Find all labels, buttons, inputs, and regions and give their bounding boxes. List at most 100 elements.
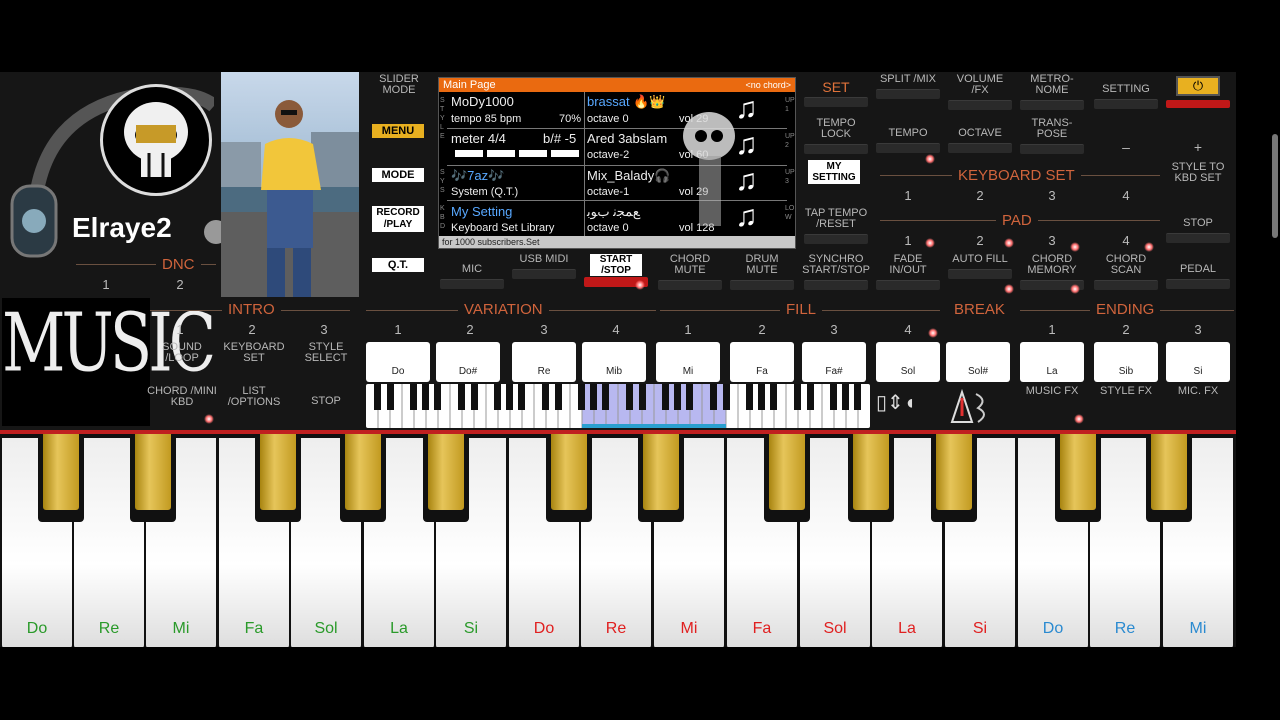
lcd-title: Main Page [443, 79, 496, 91]
variation-4[interactable]: 4 [586, 322, 646, 337]
note-la[interactable]: La [1020, 342, 1084, 382]
black-key[interactable] [38, 434, 84, 522]
ending-1[interactable]: 1 [1022, 322, 1082, 337]
black-key[interactable] [423, 434, 469, 522]
tempo-lock-button[interactable]: TEMPO LOCK [804, 118, 868, 154]
black-key[interactable] [340, 434, 386, 522]
octave-button[interactable]: OCTAVE [948, 128, 1012, 153]
lcd-display[interactable]: Main Page <no chord> MoDy1000 tempo 85 b… [438, 77, 796, 249]
black-key[interactable] [130, 434, 176, 522]
lcd-style-name: MoDy1000 [451, 94, 514, 109]
metronome-button[interactable]: METRO- NOME [1020, 74, 1084, 110]
note-mib[interactable]: Mib [582, 342, 646, 382]
lcd-up1-octave: octave 0 [587, 113, 629, 125]
my-setting-button[interactable]: MY SETTING [808, 160, 860, 184]
power-button[interactable]: ⏻ [1176, 76, 1220, 96]
slider-mode-label: SLIDER MODE [379, 73, 419, 96]
note-sib[interactable]: Sib [1094, 342, 1158, 382]
kbd-set-3[interactable]: 3 [1022, 188, 1082, 203]
pad-2[interactable]: 2 [950, 233, 1010, 248]
kbd-set-1[interactable]: 1 [878, 188, 938, 203]
sound-loop-button[interactable]: SOUND /LOOP [150, 342, 214, 364]
profile-photo [221, 72, 359, 297]
mode-button[interactable]: MODE [372, 168, 424, 182]
kbd-set-4[interactable]: 4 [1096, 188, 1156, 203]
intro-1[interactable]: 1 [150, 322, 210, 337]
mic-button[interactable]: MIC [440, 264, 504, 289]
lcd-beat-bars [455, 150, 579, 157]
style-fx-button[interactable]: STYLE FX [1094, 386, 1158, 397]
slider-mode-button[interactable]: SLIDER MODE [370, 74, 428, 96]
qt-button[interactable]: Q.T. [372, 258, 424, 272]
synchro-button[interactable]: SYNCHRO START/STOP [798, 254, 874, 290]
record-play-button[interactable]: RECORD /PLAY [372, 206, 424, 232]
black-key[interactable] [1146, 434, 1192, 522]
main-keyboard[interactable]: Do Re Mi Fa Sol La Si Do Re Mi Fa Sol La… [0, 430, 1236, 647]
note-fa-sharp[interactable]: Fa# [802, 342, 866, 382]
music-fx-button[interactable]: MUSIC FX [1020, 386, 1084, 397]
pad-stop-button[interactable]: STOP [1166, 218, 1230, 243]
ending-3[interactable]: 3 [1168, 322, 1228, 337]
drum-mute-button[interactable]: DRUM MUTE [730, 254, 794, 290]
variation-label: VARIATION [458, 301, 549, 318]
intro-2[interactable]: 2 [222, 322, 282, 337]
note-mi[interactable]: Mi [656, 342, 720, 382]
black-key[interactable] [931, 434, 977, 522]
tempo-button[interactable]: TEMPO [876, 128, 940, 153]
keyboard-set-button[interactable]: KEYBOARD SET [218, 342, 290, 364]
transpose-button[interactable]: TRANS- POSE [1020, 118, 1084, 154]
black-key[interactable] [764, 434, 810, 522]
note-fa[interactable]: Fa [730, 342, 794, 382]
variation-2[interactable]: 2 [440, 322, 500, 337]
volume-fx-button[interactable]: VOLUME /FX [948, 74, 1012, 110]
auto-fill-button[interactable]: AUTO FILL [948, 254, 1012, 279]
scrollbar[interactable] [1272, 134, 1278, 238]
black-key[interactable] [546, 434, 592, 522]
dnc-1[interactable]: 1 [76, 277, 136, 292]
pedal-button[interactable]: PEDAL [1166, 264, 1230, 289]
fill-2[interactable]: 2 [732, 322, 792, 337]
black-key[interactable] [1055, 434, 1101, 522]
variation-3[interactable]: 3 [514, 322, 574, 337]
variation-1[interactable]: 1 [368, 322, 428, 337]
stop-button[interactable]: STOP [294, 396, 358, 407]
chord-mute-button[interactable]: CHORD MUTE [658, 254, 722, 290]
start-stop-button[interactable]: START /STOP [590, 254, 642, 276]
sparkle [1074, 414, 1084, 424]
velocity-icon[interactable]: ▯⇕◖ [876, 390, 926, 424]
note-sol[interactable]: Sol [876, 342, 940, 382]
tap-tempo-button[interactable]: TAP TEMPO /RESET [804, 208, 868, 244]
note-si[interactable]: Si [1166, 342, 1230, 382]
kbd-set-2[interactable]: 2 [950, 188, 1010, 203]
plus-button[interactable]: + [1166, 140, 1230, 154]
usb-midi-button[interactable]: USB MIDI [512, 254, 576, 279]
chord-scan-button[interactable]: CHORD SCAN [1094, 254, 1158, 290]
black-key[interactable] [848, 434, 894, 522]
note-do-sharp[interactable]: Do# [436, 342, 500, 382]
note-sol-sharp[interactable]: Sol# [946, 342, 1010, 382]
fade-button[interactable]: FADE IN/OUT [876, 254, 940, 290]
fill-1[interactable]: 1 [658, 322, 718, 337]
dnc-2[interactable]: 2 [150, 277, 210, 292]
fill-3[interactable]: 3 [804, 322, 864, 337]
minus-button[interactable]: – [1094, 140, 1158, 154]
note-re[interactable]: Re [512, 342, 576, 382]
mini-keyboard[interactable] [366, 384, 870, 428]
setting-button[interactable]: SETTING [1094, 84, 1158, 109]
intro-3[interactable]: 3 [294, 322, 354, 337]
style-to-kbd-button[interactable]: STYLE TO KBD SET [1166, 162, 1230, 184]
ending-2[interactable]: 2 [1096, 322, 1156, 337]
list-options-button[interactable]: LIST /OPTIONS [220, 386, 288, 408]
intro-label: INTRO [222, 301, 281, 318]
transpose-arrow-icon[interactable] [948, 388, 998, 424]
set-button[interactable]: SET [804, 80, 868, 107]
mic-fx-button[interactable]: MIC. FX [1166, 386, 1230, 397]
black-key[interactable] [638, 434, 684, 522]
black-key[interactable] [255, 434, 301, 522]
style-select-button[interactable]: STYLE SELECT [294, 342, 358, 364]
sparkle [1004, 284, 1014, 294]
menu-button[interactable]: MENU [372, 124, 424, 138]
split-mix-button[interactable]: SPLIT /MIX [876, 74, 940, 99]
note-do[interactable]: Do [366, 342, 430, 382]
chord-mini-kbd-button[interactable]: CHORD /MINI KBD [144, 386, 220, 408]
